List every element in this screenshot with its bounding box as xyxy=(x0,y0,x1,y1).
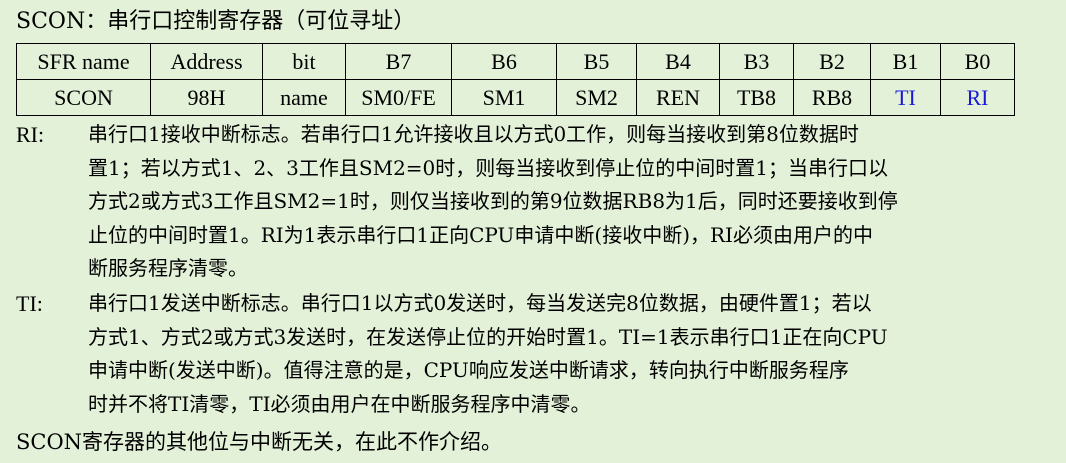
cell-b1-ti: TI xyxy=(870,79,941,116)
ti-term: TI: xyxy=(16,291,43,316)
scon-register-table: SFR name Address bit B7 B6 B5 B4 B3 B2 B… xyxy=(16,43,1015,116)
cell-address: 98H xyxy=(150,79,263,116)
cell-b0-ri: RI xyxy=(940,79,1015,116)
ri-term: RI: xyxy=(16,122,45,147)
page-title: SCON：串行口控制寄存器（可位寻址） xyxy=(16,9,416,34)
cell-b6: SM1 xyxy=(451,79,557,116)
header-cell-b6: B6 xyxy=(451,43,557,80)
ti-description-text: 串行口1发送中断标志。串行口1以方式0发送时，每当发送完8位数据，由硬件置1；若… xyxy=(88,287,1058,421)
cell-b7: SM0/FE xyxy=(345,79,452,116)
footer-note: SCON寄存器的其他位与中断无关，在此不作介绍。 xyxy=(16,430,503,454)
ri-line: 断服务程序清零。 xyxy=(88,256,248,280)
cell-bit-label: name xyxy=(262,79,346,116)
ri-description-text: 串行口1接收中断标志。若串行口1允许接收且以方式0工作，则每当接收到第8位数据时… xyxy=(88,118,1058,286)
ti-line: 时并不将TI清零，TI必须由用户在中断服务程序中清零。 xyxy=(88,391,591,416)
header-cell-b7: B7 xyxy=(345,43,452,80)
ri-line: 方式2或方式3工作且SM2=1时，则仅当接收到的第9位数据RB8为1后，同时还要… xyxy=(88,189,898,213)
header-cell-b0: B0 xyxy=(940,43,1015,80)
cell-b3: TB8 xyxy=(719,79,794,116)
header-cell-sfr-name: SFR name xyxy=(16,43,151,80)
table-header-row: SFR name Address bit B7 B6 B5 B4 B3 B2 B… xyxy=(16,43,1015,80)
header-cell-b3: B3 xyxy=(719,43,794,80)
header-cell-bit: bit xyxy=(262,43,346,80)
header-cell-address: Address xyxy=(150,43,263,80)
header-cell-b1: B1 xyxy=(870,43,941,80)
table-row-scon: SCON 98H name SM0/FE SM1 SM2 REN TB8 RB8… xyxy=(16,79,1015,116)
header-cell-b2: B2 xyxy=(793,43,871,80)
header-cell-b5: B5 xyxy=(556,43,637,80)
cell-b2: RB8 xyxy=(793,79,871,116)
ti-line: 方式1、方式2或方式3发送时，在发送停止位的开始时置1。TI=1表示串行口1正在… xyxy=(88,324,888,349)
ri-line: 串行口1接收中断标志。若串行口1允许接收且以方式0工作，则每当接收到第8位数据时 xyxy=(88,122,859,146)
cell-b5: SM2 xyxy=(556,79,637,116)
ti-line: 申请中断(发送中断)。值得注意的是，CPU响应发送中断请求，转向执行中断服务程序 xyxy=(88,358,849,382)
cell-b4: REN xyxy=(636,79,720,116)
ri-line: 置1；若以方式1、2、3工作且SM2=0时，则每当接收到停止位的中间时置1；当串… xyxy=(88,155,889,180)
ri-line: 止位的中间时置1。RI为1表示串行口1正向CPU申请中断(接收中断)，RI必须由… xyxy=(88,222,873,247)
cell-sfr-name: SCON xyxy=(16,79,151,116)
header-cell-b4: B4 xyxy=(636,43,720,80)
ti-line: 串行口1发送中断标志。串行口1以方式0发送时，每当发送完8位数据，由硬件置1；若… xyxy=(88,291,872,315)
